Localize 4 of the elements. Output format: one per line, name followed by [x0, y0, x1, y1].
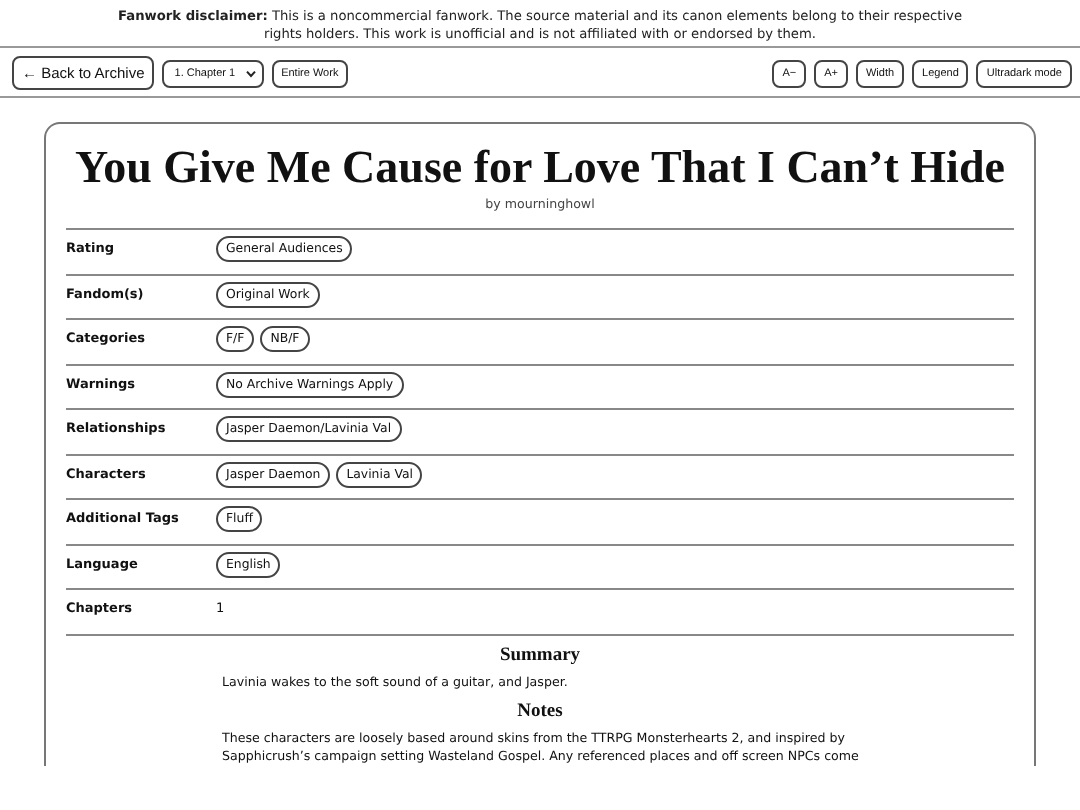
- section-heading: Notes: [515, 701, 565, 723]
- section-heading: Summary: [497, 645, 583, 667]
- chevron-down-icon: [245, 69, 256, 77]
- work-title: You Give Me Cause for Love That I Can’t Hide: [75, 140, 1005, 196]
